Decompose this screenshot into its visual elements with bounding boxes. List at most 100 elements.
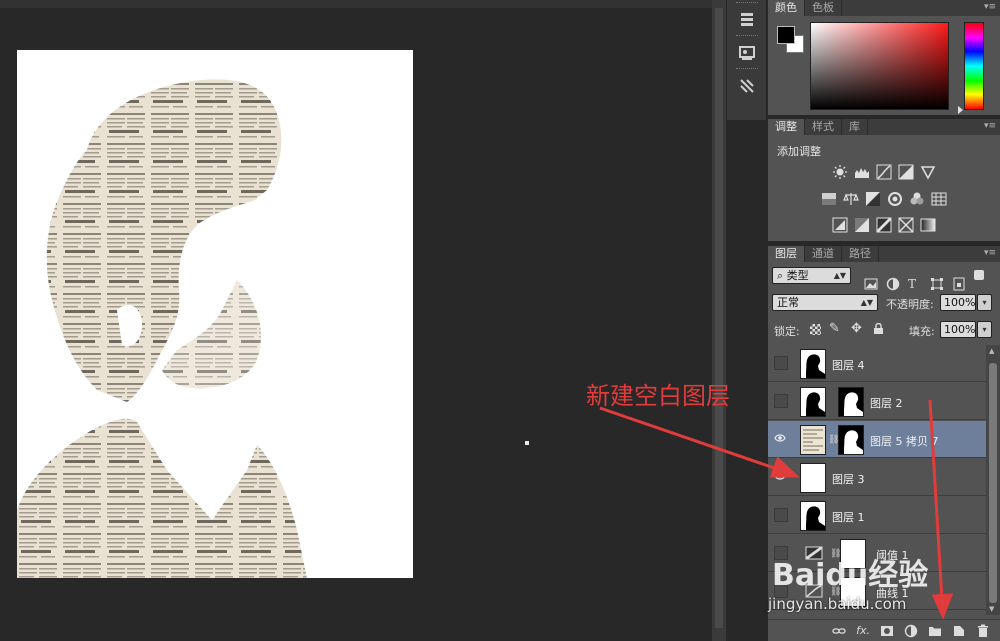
- layer-name[interactable]: 图层 2: [870, 395, 903, 411]
- curves-icon[interactable]: [876, 164, 892, 180]
- search-icon: ⌕: [777, 269, 784, 282]
- new-layer-icon[interactable]: [952, 624, 966, 638]
- layer-filter-value: 类型: [786, 269, 809, 282]
- color-panel: 颜色 色板 ▾≡: [768, 0, 1000, 115]
- strip-grip[interactable]: [735, 68, 758, 71]
- visibility-toggle-off[interactable]: [774, 508, 788, 522]
- layer-name[interactable]: 图层 3: [832, 471, 865, 487]
- color-lookup-icon[interactable]: [931, 191, 947, 207]
- link-icon[interactable]: [832, 624, 846, 638]
- tab-libraries[interactable]: 库: [842, 119, 868, 135]
- fx-icon[interactable]: fx.: [856, 624, 870, 637]
- color-balance-icon[interactable]: [843, 191, 859, 207]
- panel-menu-icon[interactable]: ▾≡: [984, 2, 996, 12]
- fg-bg-swatches[interactable]: [777, 26, 807, 56]
- fill-dropdown[interactable]: ▾: [977, 321, 992, 338]
- brightness-contrast-icon[interactable]: [832, 164, 848, 180]
- smart-object-filter-icon[interactable]: [952, 277, 966, 291]
- hue-slider-marker[interactable]: [958, 106, 963, 114]
- photo-filter-icon[interactable]: [887, 191, 903, 207]
- gradient-map-icon[interactable]: [920, 217, 936, 233]
- hue-saturation-icon[interactable]: [821, 191, 837, 207]
- layer-row-selected[interactable]: ⛓ 图层 5 拷贝 7: [768, 421, 986, 458]
- tab-styles[interactable]: 样式: [805, 119, 842, 135]
- layer-row[interactable]: 图层 3: [768, 459, 986, 496]
- layer-name[interactable]: 图层 5 拷贝 7: [870, 433, 939, 449]
- tab-channels[interactable]: 通道: [805, 246, 842, 262]
- blend-mode-value: 正常: [777, 296, 799, 309]
- layer-name[interactable]: 图层 4: [832, 357, 865, 373]
- layer-thumbnail: [800, 387, 826, 417]
- group-folder-icon[interactable]: [928, 624, 942, 638]
- canvas-area[interactable]: [0, 0, 712, 641]
- trash-icon[interactable]: [976, 624, 990, 638]
- lock-transparent-icon[interactable]: [810, 324, 821, 335]
- opacity-field[interactable]: 100%: [940, 294, 976, 311]
- scroll-down-arrow[interactable]: ▼: [989, 605, 994, 613]
- invert-icon[interactable]: [832, 217, 848, 233]
- eye-icon[interactable]: [774, 470, 788, 484]
- visibility-toggle-off[interactable]: [774, 394, 788, 408]
- adjustment-filter-icon[interactable]: [886, 277, 900, 291]
- panel-menu-icon[interactable]: ▾≡: [984, 121, 996, 131]
- vibrance-icon[interactable]: [920, 164, 936, 180]
- layers-scroll-thumb[interactable]: [989, 363, 997, 603]
- type-filter-icon[interactable]: T: [908, 277, 922, 291]
- canvas-scrollbar[interactable]: [712, 0, 726, 641]
- tab-swatches[interactable]: 色板: [805, 0, 842, 16]
- strip-grip[interactable]: [735, 35, 758, 38]
- layer-mask-thumbnail[interactable]: [838, 425, 864, 455]
- threshold-icon[interactable]: [876, 217, 892, 233]
- layer-filter-select[interactable]: ⌕ 类型 ▲▼: [772, 267, 851, 284]
- fill-field[interactable]: 100%: [940, 321, 976, 338]
- layers-scrollbar[interactable]: ▲ ▼: [986, 345, 1000, 615]
- tab-layers[interactable]: 图层: [768, 246, 805, 262]
- exposure-icon[interactable]: [898, 164, 914, 180]
- channel-mixer-icon[interactable]: [909, 191, 925, 207]
- visibility-toggle-off[interactable]: [774, 356, 788, 370]
- chevron-down-icon: ▲▼: [833, 271, 846, 280]
- color-panel-tabs: 颜色 色板 ▾≡: [768, 0, 1000, 16]
- layer-row[interactable]: 图层 2: [768, 383, 986, 420]
- color-spectrum-field[interactable]: [810, 22, 949, 110]
- levels-icon[interactable]: [854, 164, 870, 180]
- black-white-icon[interactable]: [865, 191, 881, 207]
- document-canvas[interactable]: [17, 50, 413, 578]
- lock-position-icon[interactable]: ✥: [851, 321, 862, 336]
- adjustment-layer-icon[interactable]: [904, 624, 918, 638]
- link-chain-icon[interactable]: ⛓: [828, 435, 839, 445]
- foreground-color-swatch[interactable]: [777, 26, 795, 44]
- layer-thumbnail: [800, 501, 826, 531]
- pixel-filter-icon[interactable]: [864, 277, 878, 291]
- layer-row[interactable]: 图层 4: [768, 345, 986, 382]
- brush-settings-icon[interactable]: [727, 73, 767, 99]
- tab-color[interactable]: 颜色: [768, 0, 805, 16]
- hue-slider[interactable]: [964, 22, 984, 110]
- posterize-icon[interactable]: [854, 217, 870, 233]
- shape-filter-icon[interactable]: [930, 277, 944, 291]
- tab-paths[interactable]: 路径: [842, 246, 879, 262]
- layer-row[interactable]: 图层 1: [768, 497, 986, 534]
- selective-color-icon[interactable]: [898, 217, 914, 233]
- photoshop-window: 颜色 色板 ▾≡ 调整 样式 库 ▾≡ 添加调整 图层 通道 路径 ▾≡ ⌕ 类…: [0, 0, 1000, 641]
- lock-pixels-icon[interactable]: ✎: [829, 321, 840, 336]
- collapsed-panel-strip: [727, 0, 767, 120]
- lock-all-icon[interactable]: [873, 322, 884, 334]
- canvas-scroll-thumb[interactable]: [715, 8, 723, 628]
- eye-icon[interactable]: [774, 432, 788, 446]
- panel-menu-icon[interactable]: ▾≡: [984, 248, 996, 258]
- layer-name[interactable]: 图层 1: [832, 509, 865, 525]
- blend-mode-select[interactable]: 正常 ▲▼: [772, 294, 878, 311]
- portrait-newspaper-silhouette: [17, 79, 307, 578]
- strip-grip[interactable]: [735, 2, 758, 5]
- opacity-dropdown[interactable]: ▾: [977, 294, 992, 311]
- tab-adjustments[interactable]: 调整: [768, 119, 805, 135]
- layer-mask-thumbnail[interactable]: [838, 387, 864, 417]
- chevron-down-icon: ▲▼: [860, 298, 873, 307]
- layer-thumbnail: [800, 425, 826, 455]
- history-icon[interactable]: [727, 7, 767, 33]
- properties-icon[interactable]: [727, 40, 767, 66]
- mask-icon[interactable]: [880, 624, 894, 638]
- filter-toggle-icon[interactable]: [974, 270, 984, 280]
- scroll-up-arrow[interactable]: ▲: [989, 347, 994, 355]
